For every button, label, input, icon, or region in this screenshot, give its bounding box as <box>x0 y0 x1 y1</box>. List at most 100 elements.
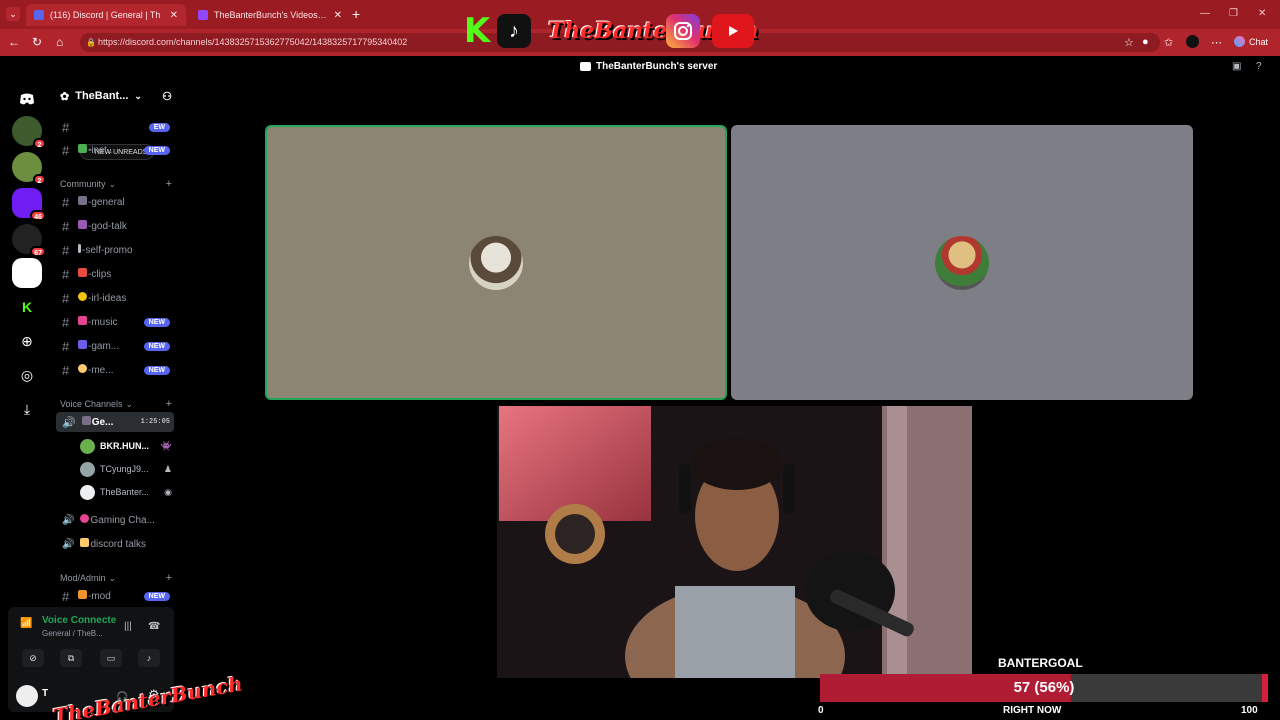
twitch-favicon-icon <box>198 10 208 20</box>
close-icon[interactable]: ✕ <box>334 10 342 21</box>
channel-item[interactable]: # -god-talk <box>56 216 174 236</box>
webcam-feed <box>497 406 972 678</box>
add-server-icon[interactable]: ⊕ <box>12 326 42 356</box>
category-community[interactable]: Community ⌄ + <box>60 178 172 190</box>
voice-connected-status: Voice Connecte <box>42 615 117 626</box>
participant-tile[interactable] <box>731 125 1193 400</box>
channel-item[interactable]: # -gam... NEW <box>56 336 174 356</box>
tab-twitch[interactable]: TheBanterBunch's Videos - Twitch ✕ <box>190 4 350 26</box>
channel-name: -gam... <box>88 341 120 352</box>
copilot-icon <box>1234 36 1245 47</box>
channel-item[interactable]: # -mod NEW <box>56 586 174 606</box>
reload-icon[interactable]: ↻ <box>32 35 42 49</box>
inbox-icon[interactable]: ▣ <box>1232 61 1241 72</box>
voice-channel[interactable]: 🔊 Gaming Cha... <box>56 510 174 530</box>
window-title: TheBanterBunch's server <box>580 61 717 72</box>
discord-titlebar: TheBanterBunch's server ▣ ? <box>0 56 1280 78</box>
download-icon[interactable]: ⤓ <box>12 394 42 424</box>
minimize-icon[interactable]: — <box>1200 8 1210 19</box>
favorites-icon[interactable]: ✩ <box>1164 36 1173 49</box>
discover-icon[interactable]: ◎ <box>12 360 42 390</box>
channel-item[interactable]: # -inst... NEW <box>56 140 174 160</box>
back-icon[interactable]: ← <box>8 35 20 49</box>
mic-icon[interactable]: ● <box>1142 36 1149 48</box>
voice-channel-general[interactable]: 🔊 Ge... 1:25:05 <box>56 412 174 432</box>
create-channel-icon[interactable]: + <box>166 178 172 190</box>
avatar <box>80 461 95 477</box>
voice-user[interactable]: TCyungJ9... ♟ <box>80 459 172 479</box>
channel-name: -god-talk <box>88 221 127 232</box>
camera-off-button[interactable]: ⊘ <box>22 649 44 667</box>
category-mod-admin[interactable]: Mod/Admin ⌄ + <box>60 572 172 584</box>
channel-item[interactable]: # -me... NEW <box>56 360 174 380</box>
new-badge: NEW <box>143 365 170 375</box>
close-window-icon[interactable]: ✕ <box>1258 8 1266 19</box>
voice-channel[interactable]: 🔊 discord talks <box>56 534 174 554</box>
channel-item[interactable]: # -music NEW <box>56 312 174 332</box>
voice-connected-channel[interactable]: General / TheB... <box>42 629 103 638</box>
restore-icon[interactable]: ❐ <box>1229 8 1238 19</box>
discord-home-icon[interactable] <box>12 84 42 114</box>
channel-name: Gaming Cha... <box>90 515 155 526</box>
more-menu-icon[interactable]: ⋯ <box>1211 36 1222 49</box>
hash-icon: # <box>62 362 70 378</box>
soundboard-button[interactable]: ♪ <box>138 649 160 667</box>
channel-name: -me... <box>88 365 114 376</box>
channel-item[interactable]: # -general <box>56 192 174 212</box>
tab-title: TheBanterBunch's Videos - Twitch <box>214 10 328 20</box>
avatar[interactable] <box>16 685 38 707</box>
new-tab-icon[interactable]: + <box>352 6 360 22</box>
invite-icon[interactable]: ⚇ <box>162 90 172 103</box>
close-icon[interactable]: ✕ <box>170 10 178 21</box>
server-icon <box>580 62 591 71</box>
chat-label: Chat <box>1249 36 1269 47</box>
server-avatar-4[interactable]: 67 <box>12 224 46 257</box>
participant-tile-speaking[interactable] <box>265 125 727 400</box>
hash-icon: # <box>62 142 70 158</box>
channel-item[interactable]: # EW <box>56 117 174 137</box>
create-channel-icon[interactable]: + <box>166 572 172 584</box>
server-avatar-banterbunch[interactable] <box>12 258 42 288</box>
server-avatar-3[interactable]: 46 <box>12 188 46 221</box>
voice-user[interactable]: TheBanter... ◉ <box>80 482 172 502</box>
activities-button[interactable]: ▭ <box>100 649 122 667</box>
channel-item[interactable]: # -irl-ideas <box>56 288 174 308</box>
guild-header[interactable]: ✿ TheBant... ⌄ ⚇ <box>60 86 172 106</box>
chevron-down-icon: ⌄ <box>108 178 117 189</box>
tab-discord[interactable]: (116) Discord | General | Th ✕ <box>26 4 186 26</box>
youtube-logo-icon <box>712 14 754 48</box>
category-voice[interactable]: Voice Channels ⌄ + <box>60 398 172 410</box>
channel-item[interactable]: # -self-promo <box>56 240 174 260</box>
home-icon[interactable]: ⌂ <box>56 35 63 49</box>
screen-share-button[interactable]: ⧉ <box>60 649 82 667</box>
channel-emoji-icon <box>78 316 87 325</box>
channel-emoji-icon <box>78 244 81 253</box>
channel-emoji-icon <box>78 196 87 205</box>
window-title-text: TheBanterBunch's server <box>596 61 718 72</box>
star-icon[interactable]: ☆ <box>1124 36 1134 49</box>
hash-icon: # <box>62 338 70 354</box>
goal-progress-text: 57 (56%) <box>1013 679 1075 696</box>
channel-emoji-icon <box>78 144 87 153</box>
tab-list-chevron-icon[interactable]: ⌄ <box>6 7 20 21</box>
tiktok-logo-icon: ♪ <box>497 14 531 48</box>
noise-suppression-icon[interactable]: ||| <box>124 621 132 632</box>
site-info-icon[interactable]: 🔒 <box>86 33 96 52</box>
profile-icon[interactable] <box>1186 35 1199 48</box>
goal-title: BANTERGOAL <box>998 656 1083 670</box>
speaker-icon: 🔊 <box>62 416 76 429</box>
chat-button[interactable]: Chat <box>1234 36 1268 47</box>
url-text: https://discord.com/channels/14383257153… <box>98 37 408 47</box>
server-avatar-2[interactable]: 2 <box>12 152 46 185</box>
voice-user[interactable]: BKR.HUN... 👾 <box>80 436 172 456</box>
create-channel-icon[interactable]: + <box>166 398 172 410</box>
discord-favicon-icon <box>34 10 44 20</box>
channel-item[interactable]: # -clips <box>56 264 174 284</box>
server-avatar-1[interactable]: 2 <box>12 116 46 149</box>
help-icon[interactable]: ? <box>1256 61 1262 72</box>
kick-server-icon[interactable]: K <box>12 292 42 322</box>
new-badge: NEW <box>143 317 170 327</box>
brand-logo-overlay: TheBanterBunch <box>51 671 245 720</box>
channel-emoji-icon <box>80 514 90 523</box>
disconnect-icon[interactable]: ☎ <box>148 621 160 632</box>
